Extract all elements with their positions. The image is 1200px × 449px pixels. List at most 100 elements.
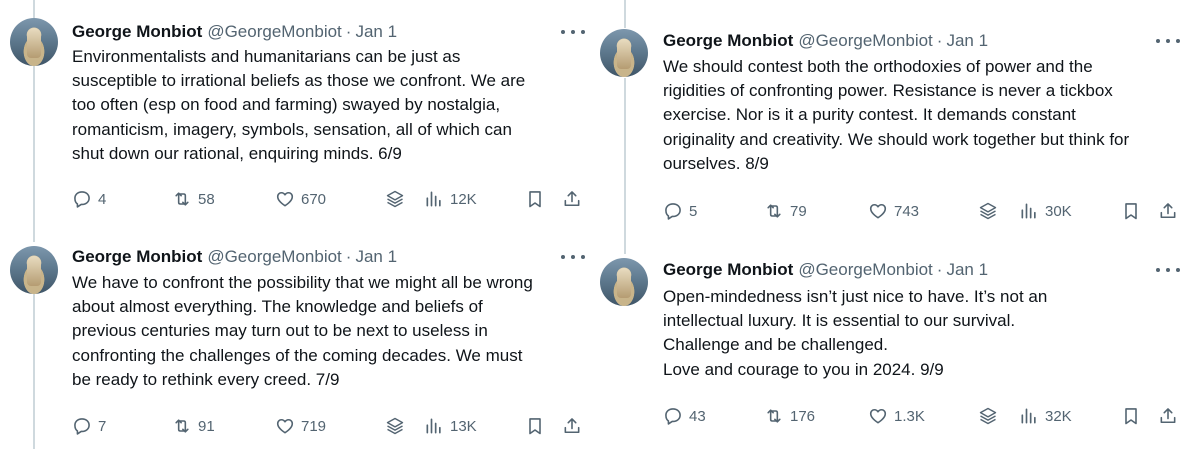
action-bar: 43 176 1.3K 32K (663, 404, 1193, 428)
tweet-date[interactable]: Jan 1 (946, 31, 988, 51)
bookmark-icon (1125, 408, 1137, 425)
repost-icon (767, 204, 781, 218)
like-button[interactable]: 1.3K (868, 404, 925, 428)
views-button[interactable]: 32K (1019, 404, 1072, 428)
tweet-date[interactable]: Jan 1 (355, 247, 397, 267)
reply-icon (665, 203, 681, 220)
share-button[interactable] (562, 414, 582, 438)
share-button[interactable] (1158, 199, 1178, 223)
repost-icon (767, 409, 781, 423)
layers-icon (979, 202, 997, 220)
view-count: 13K (450, 417, 477, 435)
reply-button[interactable]: 7 (72, 414, 106, 438)
author-name[interactable]: George Monbiot (663, 31, 793, 51)
share-icon (564, 418, 580, 434)
action-bar: 5 79 743 30K (663, 199, 1193, 223)
like-button[interactable]: 743 (868, 199, 919, 223)
tweet-text-line: Challenge and be challenged. (663, 335, 888, 355)
share-button[interactable] (1158, 404, 1178, 428)
grok-button[interactable] (978, 199, 998, 223)
like-count: 743 (894, 202, 920, 220)
tweet[interactable]: George Monbiot @GeorgeMonbiot · Jan 1 Op… (590, 240, 1200, 449)
tweet-date[interactable]: Jan 1 (355, 22, 397, 42)
tweet-text-line: confronting the challenges of the coming… (72, 345, 523, 365)
like-count: 1.3K (894, 407, 925, 425)
tweet-date[interactable]: Jan 1 (946, 260, 988, 280)
bookmark-button[interactable] (525, 414, 545, 438)
repost-icon (175, 192, 189, 206)
reply-button[interactable]: 5 (663, 199, 697, 223)
tweet-header: George Monbiot @GeorgeMonbiot · Jan 1 (663, 29, 988, 53)
tweet-text-line: Open-mindedness isn’t just nice to have.… (663, 287, 1048, 306)
tweet-text: We have to confront the possibility that… (72, 271, 533, 392)
repost-button[interactable]: 176 (764, 404, 815, 428)
bookmark-icon (529, 191, 541, 208)
grok-button[interactable] (385, 187, 405, 211)
more-icon[interactable] (561, 22, 585, 42)
author-handle[interactable]: @GeorgeMonbiot (798, 31, 932, 51)
repost-button[interactable]: 91 (172, 414, 215, 438)
more-icon[interactable] (1156, 260, 1180, 280)
avatar[interactable] (600, 258, 648, 306)
author-name[interactable]: George Monbiot (72, 247, 202, 267)
tweet-text-line: Love and courage to you in 2024. 9/9 (663, 359, 944, 379)
layers-icon (386, 190, 404, 208)
avatar[interactable] (10, 246, 58, 294)
layers-icon (979, 407, 997, 425)
reply-button[interactable]: 4 (72, 187, 106, 211)
tweet-text: Open-mindedness isn’t just nice to have.… (663, 285, 1047, 382)
tweet[interactable]: George Monbiot @GeorgeMonbiot · Jan 1 We… (590, 0, 1200, 244)
views-button[interactable]: 30K (1019, 199, 1072, 223)
layers-icon (386, 417, 404, 435)
repost-count: 79 (790, 202, 807, 220)
more-icon[interactable] (1156, 31, 1180, 51)
views-button[interactable]: 12K (424, 187, 477, 211)
reply-count: 5 (689, 202, 698, 220)
tweet-text-line: rigidities of confronting power. Resista… (663, 81, 1113, 101)
bookmark-button[interactable] (1121, 404, 1141, 428)
like-button[interactable]: 719 (275, 414, 326, 438)
author-name[interactable]: George Monbiot (663, 260, 793, 280)
views-button[interactable]: 13K (424, 414, 477, 438)
author-handle[interactable]: @GeorgeMonbiot (798, 260, 932, 280)
right-column: George Monbiot @GeorgeMonbiot · Jan 1 We… (590, 0, 1200, 449)
grok-button[interactable] (978, 404, 998, 428)
tweet-text-line: romanticism, imagery, symbols, sensation… (72, 119, 512, 139)
share-icon (1160, 408, 1176, 424)
tweet[interactable]: George Monbiot @GeorgeMonbiot · Jan 1 We… (0, 228, 598, 449)
left-column: George Monbiot @GeorgeMonbiot · Jan 1 En… (0, 0, 598, 449)
author-name[interactable]: George Monbiot (72, 22, 202, 42)
tweet-text-line: susceptible to irrational beliefs as tho… (72, 71, 526, 91)
tweet-text-line: We have to confront the possibility that… (72, 273, 533, 292)
reply-button[interactable]: 43 (663, 404, 706, 428)
action-bar: 4 58 670 12K (72, 187, 592, 211)
reply-count: 43 (689, 407, 706, 425)
tweet-header: George Monbiot @GeorgeMonbiot · Jan 1 (663, 258, 988, 282)
avatar[interactable] (10, 18, 58, 66)
reply-count: 4 (98, 190, 107, 208)
tweet-text-line: too often (esp on food and farming) sway… (72, 95, 501, 115)
bookmark-button[interactable] (1121, 199, 1141, 223)
bookmark-button[interactable] (525, 187, 545, 211)
repost-button[interactable]: 79 (764, 199, 807, 223)
grok-button[interactable] (385, 414, 405, 438)
separator: · (936, 31, 943, 50)
like-icon (869, 408, 887, 424)
share-button[interactable] (562, 187, 582, 211)
repost-count: 58 (198, 190, 215, 208)
like-icon (276, 418, 294, 434)
tweet[interactable]: George Monbiot @GeorgeMonbiot · Jan 1 En… (0, 0, 598, 232)
author-handle[interactable]: @GeorgeMonbiot (207, 247, 341, 267)
tweet-header: George Monbiot @GeorgeMonbiot · Jan 1 (72, 20, 397, 44)
tweet-text-line: be ready to rethink every creed. 7/9 (72, 369, 340, 389)
views-icon (1021, 203, 1036, 219)
tweet-header: George Monbiot @GeorgeMonbiot · Jan 1 (72, 245, 397, 269)
reply-count: 7 (98, 417, 107, 435)
repost-button[interactable]: 58 (172, 187, 215, 211)
avatar[interactable] (600, 29, 648, 77)
author-handle[interactable]: @GeorgeMonbiot (207, 22, 341, 42)
views-icon (1021, 408, 1036, 424)
more-icon[interactable] (561, 247, 585, 267)
tweet-text: We should contest both the orthodoxies o… (663, 55, 1129, 176)
like-button[interactable]: 670 (275, 187, 326, 211)
